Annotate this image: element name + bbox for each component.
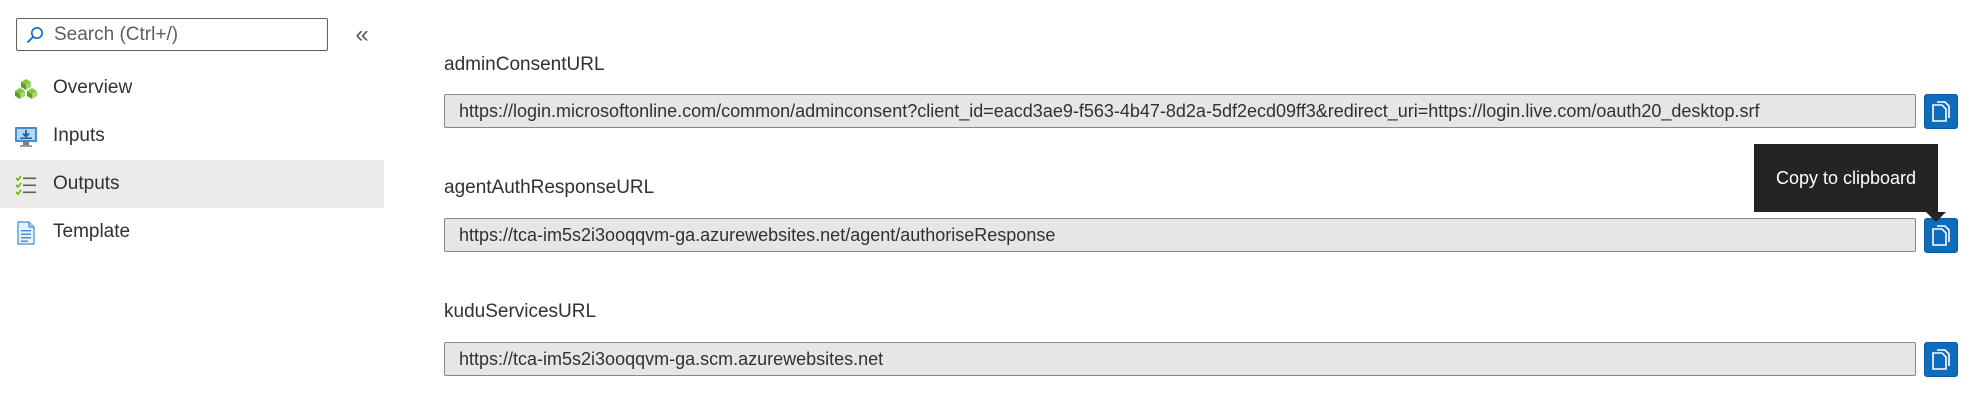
sidebar-item-label: Overview [53, 77, 133, 98]
copy-icon [1932, 224, 1950, 246]
sidebar-item-label: Outputs [53, 173, 120, 194]
output-value-agent-auth-response-url[interactable]: https://tca-im5s2i3ooqqvm-ga.azurewebsit… [444, 218, 1916, 252]
output-value-kudu-services-url[interactable]: https://tca-im5s2i3ooqqvm-ga.scm.azurewe… [444, 342, 1916, 376]
search-box[interactable] [16, 18, 328, 51]
copy-button[interactable] [1924, 218, 1958, 253]
inputs-icon [15, 127, 37, 147]
output-label-agent-auth-response-url: agentAuthResponseURL [444, 177, 655, 198]
sidebar-item-template[interactable]: Template [0, 208, 384, 256]
search-input[interactable] [52, 22, 316, 47]
sidebar-item-label: Inputs [53, 125, 105, 146]
sidebar-item-inputs[interactable]: Inputs [0, 112, 384, 160]
output-value-admin-consent-url[interactable]: https://login.microsoftonline.com/common… [444, 94, 1916, 128]
copy-icon [1932, 348, 1950, 370]
template-icon [17, 221, 35, 245]
outputs-icon [15, 175, 36, 196]
copy-icon [1932, 100, 1950, 122]
copy-button[interactable] [1924, 342, 1958, 377]
search-icon [27, 26, 43, 43]
tooltip-arrow [1926, 212, 1946, 222]
sidebar-item-overview[interactable]: Overview [0, 64, 384, 112]
copy-button[interactable] [1924, 94, 1958, 129]
output-label-kudu-services-url: kuduServicesURL [444, 301, 597, 322]
collapse-sidebar-button[interactable]: « [350, 20, 374, 50]
copy-tooltip: Copy to clipboard [1754, 144, 1938, 212]
sidebar-item-outputs[interactable]: Outputs [0, 160, 384, 208]
sidebar-item-label: Template [53, 221, 131, 242]
overview-icon [15, 79, 37, 99]
sidebar: « Overview Inputs [0, 0, 384, 408]
output-label-admin-consent-url: adminConsentURL [444, 54, 605, 75]
